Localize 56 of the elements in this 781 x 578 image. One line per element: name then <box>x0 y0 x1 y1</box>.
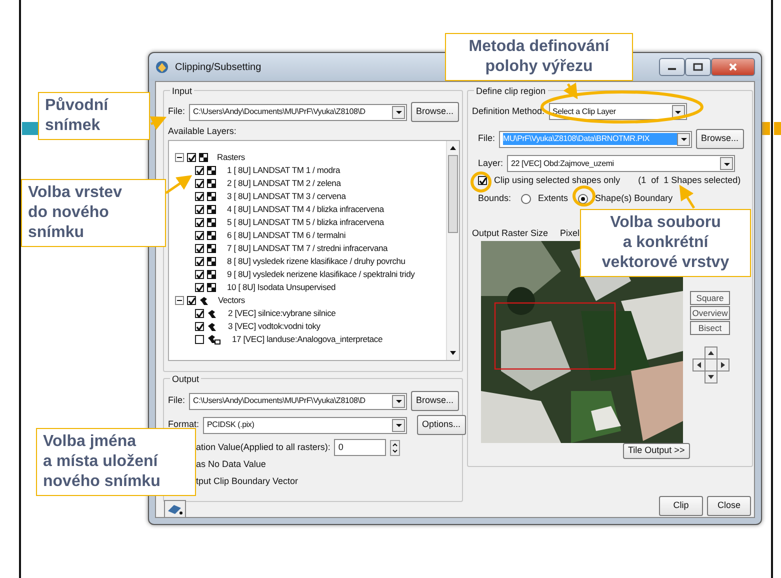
tree-item[interactable]: 1 [ 8U] LANDSAT TM 1 / modra <box>227 164 340 177</box>
view-button[interactable]: Bisect <box>690 321 730 335</box>
group-label: Output <box>170 373 202 386</box>
shapes-count: (1 of 1 Shapes selected) <box>638 174 741 187</box>
tree-item[interactable]: 10 [ 8U] Isodata Unsupervised <box>227 281 336 294</box>
tree-item[interactable]: 3 [ 8U] LANDSAT TM 3 / cervena <box>227 190 346 203</box>
options-button[interactable]: Options... <box>417 415 466 435</box>
checkbox-label: Clip using selected shapes only <box>494 174 620 187</box>
tile-output-button[interactable]: Tile Output >> <box>623 443 690 459</box>
callout-text: Volba vrstev do nového snímku <box>21 179 166 247</box>
tree-item[interactable]: Vectors <box>218 294 245 307</box>
option-label: tput Clip Boundary Vector <box>196 475 298 488</box>
callout-text: Metoda definování polohy výřezu <box>445 33 633 81</box>
field-label: File: <box>168 394 186 408</box>
field-label: File: <box>168 105 186 118</box>
format-combo[interactable]: PCIDSK (.pix) <box>203 416 408 434</box>
view-button[interactable]: Square <box>690 291 730 305</box>
radio-label: Extents <box>538 192 568 205</box>
radio-label: Shape(s) Boundary <box>595 192 673 205</box>
field-label: Definition Method: <box>472 104 545 118</box>
field-label: Bounds: <box>478 192 512 205</box>
option-label: as No Data Value <box>196 458 266 471</box>
tree-item[interactable]: Rasters <box>217 151 245 164</box>
field-label: ation Value(Applied to all rasters): <box>196 440 330 454</box>
dialog-button[interactable]: Close <box>707 496 751 516</box>
tree-item[interactable]: 5 [ 8U] LANDSAT TM 5 / blizka infracervena <box>227 216 384 229</box>
tree-item[interactable]: 6 [ 8U] LANDSAT TM 6 / termalni <box>227 229 346 242</box>
tree-item[interactable]: 7 [ 8U] LANDSAT TM 7 / stredni infracervana <box>227 242 388 255</box>
window-title: Clipping/Subsetting <box>175 60 262 74</box>
group-label: Input <box>170 85 194 98</box>
browse-button[interactable]: Browse... <box>696 129 744 149</box>
field-label: File: <box>478 132 496 146</box>
field-label: Pixel <box>560 227 580 240</box>
callout-text: Volba jména a místa uložení nového snímku <box>36 428 196 496</box>
tree-item[interactable]: 4 [ 8U] LANDSAT TM 4 / blizka infracervena <box>227 203 384 216</box>
field-label: Output Raster Size <box>472 227 548 240</box>
tree-item[interactable]: 2 [ 8U] LANDSAT TM 2 / zelena <box>227 177 341 190</box>
field-label: Available Layers: <box>168 125 236 138</box>
callout-text: Původní snímek <box>38 92 150 140</box>
view-button[interactable]: Overview <box>690 306 730 320</box>
tree-item[interactable]: 9 [ 8U] vysledek nerizene klasifikace / spektralni tridy <box>227 268 415 281</box>
file-combo[interactable]: C:\Users\Andy\Documents\MU\PrF\Vyuka\Z8108\D <box>189 392 408 410</box>
group-label: Define clip region <box>474 85 548 98</box>
field-label: Layer: <box>478 156 504 170</box>
file-combo[interactable]: C:\Users\Andy\Documents\MU\PrF\Vyuka\Z8108\D <box>189 104 408 120</box>
method-combo[interactable]: Select a Clip Layer <box>548 103 687 120</box>
tree-item[interactable]: 2 [VEC] silnice:vybrane silnice <box>228 307 336 320</box>
dialog-button[interactable]: Clip <box>659 496 703 516</box>
callout-text: Volba souboru a konkrétní vektorové vrstvy <box>580 209 751 277</box>
tree-item[interactable]: 17 [VEC] landuse:Analogova_interpretace <box>232 333 383 346</box>
browse-button[interactable]: Browse... <box>411 102 459 122</box>
layer-combo[interactable]: 22 [VEC] Obd:Zajmove_uzemi <box>507 155 736 172</box>
tree-item[interactable]: 8 [ 8U] vysledek rizene klasifikace / druhy povrchu <box>227 255 406 268</box>
tree-item[interactable]: 3 [VEC] vodtok:vodni toky <box>228 320 320 333</box>
browse-button[interactable]: Browse... <box>411 391 459 411</box>
nodata-field[interactable]: 0 <box>334 439 386 456</box>
